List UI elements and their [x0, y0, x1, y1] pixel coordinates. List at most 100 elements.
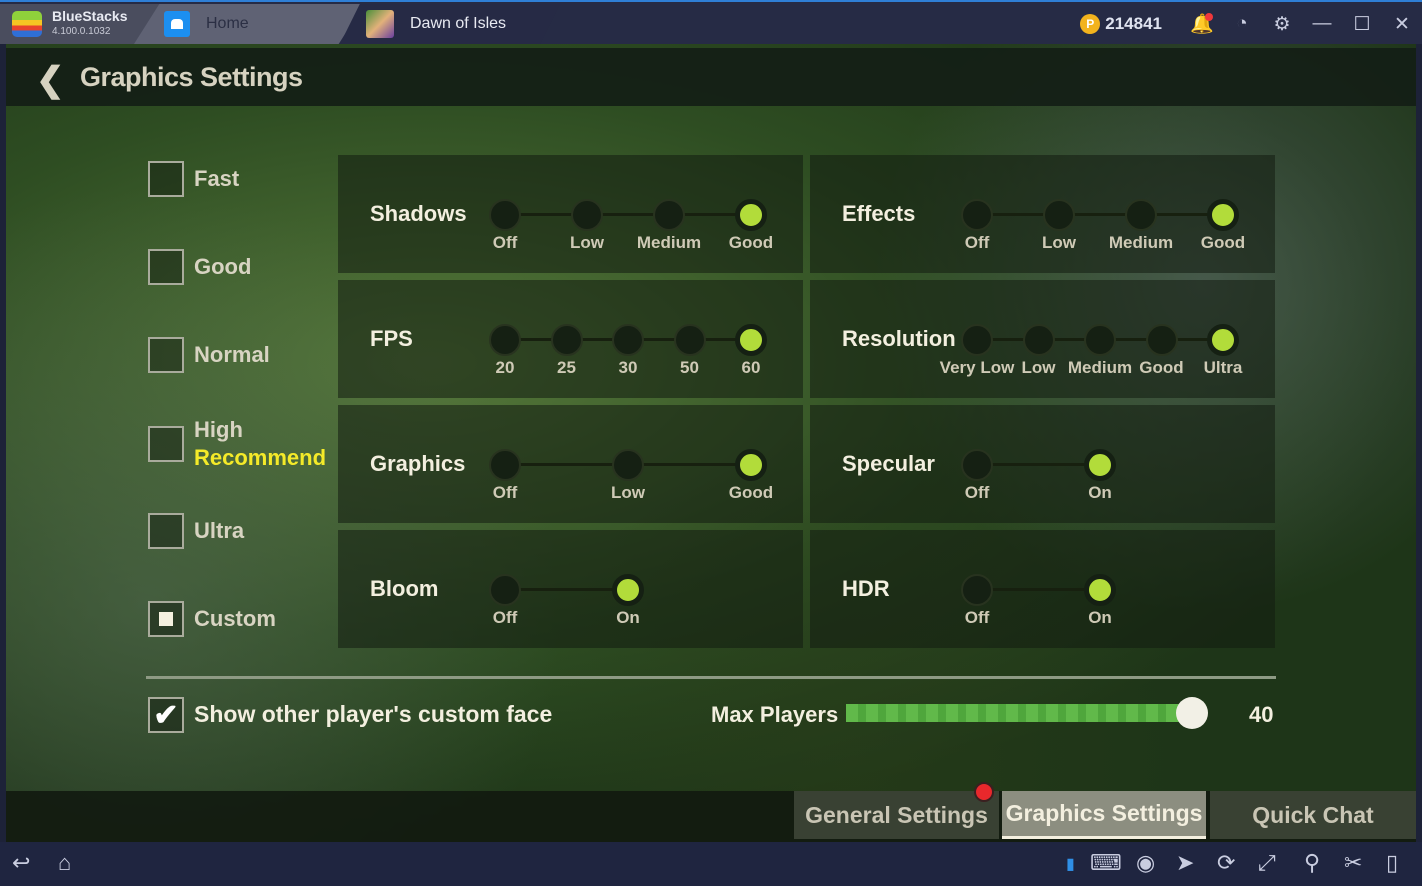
- option-choice-label[interactable]: Low: [1022, 358, 1056, 378]
- option-radio[interactable]: [612, 449, 644, 481]
- preset-good[interactable]: Good: [148, 249, 251, 285]
- preset-checkbox[interactable]: [148, 601, 184, 637]
- option-choice-label[interactable]: Off: [965, 233, 990, 253]
- option-choice-label[interactable]: On: [1088, 608, 1112, 628]
- preset-normal[interactable]: Normal: [148, 337, 270, 373]
- check-icon: ✔: [148, 697, 184, 733]
- option-radio[interactable]: [1084, 574, 1116, 606]
- option-choice-label[interactable]: 25: [557, 358, 576, 378]
- option-radio[interactable]: [550, 324, 583, 356]
- option-choice-label[interactable]: Low: [611, 483, 645, 503]
- option-choice-label[interactable]: Low: [570, 233, 604, 253]
- tab-home[interactable]: Home: [134, 4, 364, 44]
- option-choice-label[interactable]: Off: [493, 608, 518, 628]
- option-radio[interactable]: [612, 574, 644, 606]
- back-arrow-icon[interactable]: ❮: [36, 60, 65, 100]
- scissors-icon[interactable]: ✂: [1344, 850, 1362, 876]
- option-choice-label[interactable]: Low: [1042, 233, 1076, 253]
- preset-checkbox[interactable]: [148, 249, 184, 285]
- option-radio[interactable]: [735, 199, 767, 231]
- location-icon[interactable]: ⚲: [1304, 850, 1320, 876]
- preset-checkbox[interactable]: [148, 426, 184, 462]
- back-icon[interactable]: ↩: [12, 850, 30, 876]
- preset-ultra[interactable]: Ultra: [148, 513, 244, 549]
- option-choice-label[interactable]: 30: [619, 358, 638, 378]
- option-resolution: Resolution Very Low Low Medium Good Ultra: [810, 280, 1275, 398]
- option-radio[interactable]: [1043, 199, 1075, 231]
- preset-name: Ultra: [194, 518, 245, 543]
- preset-label: Good: [194, 253, 251, 281]
- tab-graphics-settings[interactable]: Graphics Settings: [1002, 791, 1206, 839]
- option-radio[interactable]: [961, 199, 993, 231]
- option-radio[interactable]: [673, 324, 706, 356]
- option-choice-label[interactable]: Good: [1139, 358, 1183, 378]
- preset-label: Custom: [194, 605, 276, 633]
- option-choice-label[interactable]: Good: [1201, 233, 1245, 253]
- tab-dawn-of-isles[interactable]: Dawn of Isles: [340, 4, 560, 44]
- eye-icon[interactable]: ◉: [1136, 850, 1155, 876]
- option-label: Resolution: [842, 326, 956, 351]
- custom-face-checkbox[interactable]: ✔: [148, 697, 184, 733]
- option-radio[interactable]: [489, 324, 521, 356]
- option-choice-label[interactable]: Off: [493, 483, 518, 503]
- option-choice-label[interactable]: 50: [680, 358, 699, 378]
- option-choice-label[interactable]: Off: [965, 608, 990, 628]
- option-radio[interactable]: [1084, 324, 1116, 356]
- option-radio[interactable]: [735, 324, 767, 356]
- option-radio[interactable]: [735, 449, 767, 481]
- keyboard-icon[interactable]: ⌨: [1090, 850, 1122, 876]
- option-radio[interactable]: [961, 574, 993, 606]
- preset-checkbox[interactable]: [148, 513, 184, 549]
- option-radio[interactable]: [1125, 199, 1157, 231]
- option-graphics: Graphics Off Low Good: [338, 405, 803, 523]
- slider-knob[interactable]: [1176, 697, 1208, 729]
- preset-fast[interactable]: Fast: [148, 161, 239, 197]
- option-choice-label[interactable]: On: [616, 608, 640, 628]
- option-radio[interactable]: [489, 199, 521, 231]
- preset-custom[interactable]: Custom: [148, 601, 276, 637]
- option-choice-label[interactable]: On: [1088, 483, 1112, 503]
- option-choice-label[interactable]: Medium: [1068, 358, 1132, 378]
- preset-checkbox[interactable]: [148, 161, 184, 197]
- option-radio[interactable]: [1207, 199, 1239, 231]
- option-radio[interactable]: [1145, 324, 1178, 356]
- tab-general-settings[interactable]: General Settings: [794, 791, 999, 839]
- tab-quick-chat[interactable]: Quick Chat: [1210, 791, 1416, 839]
- shake-icon[interactable]: ▯: [1386, 850, 1398, 876]
- home-icon[interactable]: ⌂: [58, 850, 71, 876]
- option-choice-label[interactable]: Off: [965, 483, 990, 503]
- bell-icon[interactable]: 🔔: [1182, 12, 1222, 36]
- option-radio[interactable]: [1084, 449, 1116, 481]
- rotate-icon[interactable]: ⟳: [1217, 850, 1235, 876]
- max-players-slider[interactable]: [846, 697, 1208, 729]
- account-star-icon[interactable]: ◔: [1222, 13, 1262, 35]
- preset-checkbox[interactable]: [148, 337, 184, 373]
- option-choice-label[interactable]: Off: [493, 233, 518, 253]
- option-choice-label[interactable]: Medium: [637, 233, 701, 253]
- option-choice-label[interactable]: Good: [729, 233, 773, 253]
- option-choice-label[interactable]: Very Low: [940, 358, 1015, 378]
- lock-icon[interactable]: ▮: [1066, 854, 1075, 874]
- option-radio[interactable]: [1022, 324, 1055, 356]
- preset-high[interactable]: High Recommend: [148, 416, 326, 472]
- option-radio[interactable]: [961, 324, 993, 356]
- option-radio[interactable]: [961, 449, 993, 481]
- option-choice-label[interactable]: Ultra: [1204, 358, 1243, 378]
- option-radio[interactable]: [1207, 324, 1239, 356]
- option-radio[interactable]: [571, 199, 603, 231]
- option-radio[interactable]: [653, 199, 685, 231]
- option-choice-label[interactable]: Good: [729, 483, 773, 503]
- option-radio[interactable]: [489, 449, 521, 481]
- option-radio[interactable]: [612, 324, 644, 356]
- option-choice-label[interactable]: Medium: [1109, 233, 1173, 253]
- option-radio[interactable]: [489, 574, 521, 606]
- option-track: [977, 588, 1100, 591]
- option-choice-label[interactable]: 60: [742, 358, 761, 378]
- fullscreen-icon[interactable]: ⤢: [1258, 850, 1276, 876]
- pointer-icon[interactable]: ➤: [1176, 850, 1194, 876]
- minimize-icon[interactable]: —: [1302, 13, 1342, 35]
- maximize-icon[interactable]: ☐: [1342, 13, 1382, 36]
- close-icon[interactable]: ✕: [1382, 13, 1422, 36]
- gear-icon[interactable]: ⚙: [1262, 13, 1302, 36]
- option-choice-label[interactable]: 20: [496, 358, 515, 378]
